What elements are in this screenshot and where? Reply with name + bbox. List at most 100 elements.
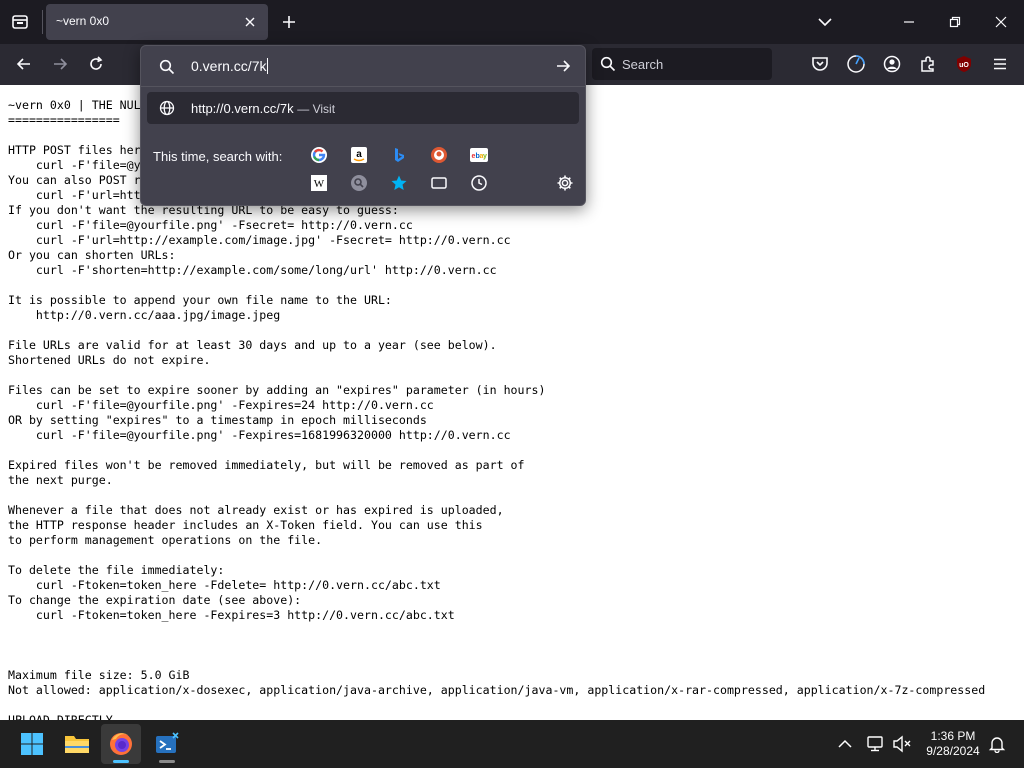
file-explorer-button[interactable] [57, 724, 97, 764]
app-menu-button[interactable] [984, 48, 1016, 80]
arrow-left-icon [16, 58, 30, 70]
page-text-line: curl -F'file=@yourfile.png' -Fexpires=16… [8, 428, 511, 442]
show-hidden-icons-button[interactable] [833, 732, 857, 756]
text-caret [267, 58, 269, 74]
bing-icon [395, 148, 404, 162]
new-tab-button[interactable] [273, 6, 305, 38]
star-icon [391, 175, 407, 190]
page-text-line: Not allowed: application/x-dosexec, appl… [8, 683, 986, 697]
url-suggestion-action: — Visit [297, 102, 336, 116]
search-engine-button[interactable] [348, 172, 370, 194]
page-text-line [8, 548, 985, 563]
amazon-engine-button[interactable]: a [348, 144, 370, 166]
start-button[interactable] [12, 724, 52, 764]
restore-icon [949, 16, 961, 28]
page-text-line [8, 488, 985, 503]
extensions-button[interactable] [912, 48, 944, 80]
search-icon [159, 59, 175, 75]
google-engine-button[interactable] [308, 144, 330, 166]
notifications-button[interactable] [985, 732, 1009, 756]
terminal-icon [156, 732, 179, 753]
list-all-tabs-button[interactable] [809, 6, 841, 38]
page-text-line: curl -F'file=@yourfile.png' -Fsecret= ht… [8, 218, 413, 232]
svg-text:a: a [356, 149, 362, 160]
url-input-value: 0.vern.cc/7k [191, 58, 267, 74]
tab-title: ~vern 0x0 [56, 14, 110, 28]
ublock-origin-button[interactable]: uO [948, 48, 980, 80]
bell-icon [988, 737, 1006, 753]
puzzle-icon [921, 56, 934, 72]
firefox-view-button[interactable] [4, 6, 36, 38]
ublock-icon: uO [957, 56, 971, 72]
running-indicator [159, 760, 175, 763]
tab-icon [431, 177, 447, 189]
windows-logo-icon [21, 733, 43, 755]
url-input[interactable]: 0.vern.cc/7k [147, 50, 579, 82]
network-status-button[interactable] [864, 732, 888, 756]
firefox-taskbar-button[interactable] [101, 724, 141, 764]
page-text-line [8, 653, 985, 668]
wikipedia-icon: W [311, 175, 327, 191]
firefox-icon [110, 733, 132, 755]
page-text-line: the next purge. [8, 473, 113, 487]
duckduckgo-engine-button[interactable] [428, 144, 450, 166]
forward-button[interactable] [44, 48, 76, 80]
search-bar-placeholder: Search [622, 57, 664, 72]
page-text-line: It is possible to append your own file n… [8, 293, 392, 307]
search-bar[interactable]: Search [592, 48, 772, 80]
svg-text:uO: uO [959, 62, 969, 69]
taskbar-clock[interactable]: 1:36 PM 9/28/2024 [920, 729, 986, 759]
close-window-button[interactable] [978, 0, 1024, 44]
page-text-line: To change the expiration date (see above… [8, 593, 302, 607]
url-suggestion-row[interactable]: http://0.vern.cc/7k — Visit [147, 92, 579, 124]
page-text-line [8, 278, 985, 293]
search-settings-button[interactable] [554, 172, 576, 194]
bing-engine-button[interactable] [388, 144, 410, 166]
page-text-line [8, 623, 985, 638]
page-text-line: Expired files won't be removed immediate… [8, 458, 525, 472]
extension-button[interactable] [840, 48, 872, 80]
page-text-line: Files can be set to expire sooner by add… [8, 383, 546, 397]
page-text-line: to perform management operations on the … [8, 533, 323, 547]
page-text-line: curl -Ftoken=token_here -Fdelete= http:/… [8, 578, 441, 592]
bookmarks-search-button[interactable] [388, 172, 410, 194]
wikipedia-engine-button[interactable]: W [308, 172, 330, 194]
account-button[interactable] [876, 48, 908, 80]
globe-icon [159, 100, 175, 116]
page-text-line: curl -F'url=http://example.com/image.jpg… [8, 233, 511, 247]
back-button[interactable] [8, 48, 40, 80]
close-icon [245, 17, 255, 27]
ebay-icon: ebay [470, 148, 488, 162]
volume-muted-icon [893, 735, 911, 753]
pocket-button[interactable] [804, 48, 836, 80]
page-text-line: Shortened URLs do not expire. [8, 353, 211, 367]
amazon-icon: a [351, 147, 367, 163]
reload-button[interactable] [80, 48, 112, 80]
go-button[interactable] [549, 54, 577, 78]
page-text-line [8, 443, 985, 458]
powershell-taskbar-button[interactable] [147, 724, 187, 764]
page-text-line [8, 638, 985, 653]
volume-status-button[interactable] [890, 732, 914, 756]
page-text-line: To delete the file immediately: [8, 563, 225, 577]
hamburger-menu-icon [994, 58, 1006, 70]
ebay-engine-button[interactable]: ebay [468, 144, 490, 166]
page-text-line: curl -Ftoken=token_here -Fexpires=3 http… [8, 608, 455, 622]
tab-active[interactable]: ~vern 0x0 [46, 4, 268, 40]
restore-button[interactable] [932, 0, 978, 44]
page-text-line: curl -F'file=@yourfile.png' -Fexpires=24… [8, 398, 434, 412]
chevron-down-icon [818, 18, 832, 27]
tabs-search-button[interactable] [428, 172, 450, 194]
firefox-view-icon [12, 15, 28, 29]
search-icon [600, 56, 616, 72]
gauge-icon [847, 55, 865, 73]
history-search-button[interactable] [468, 172, 490, 194]
page-text-line: OR by setting "expires" to a timestamp i… [8, 413, 427, 427]
urlbar-popup: 0.vern.cc/7k http://0.vern.cc/7k — Visit… [140, 45, 586, 206]
running-indicator [113, 760, 129, 763]
tab-close-button[interactable] [238, 10, 262, 34]
network-icon [867, 736, 883, 752]
minimize-button[interactable] [886, 0, 932, 44]
page-text-line: File URLs are valid for at least 30 days… [8, 338, 497, 352]
page-text-line: http://0.vern.cc/aaa.jpg/image.jpeg [8, 308, 281, 322]
